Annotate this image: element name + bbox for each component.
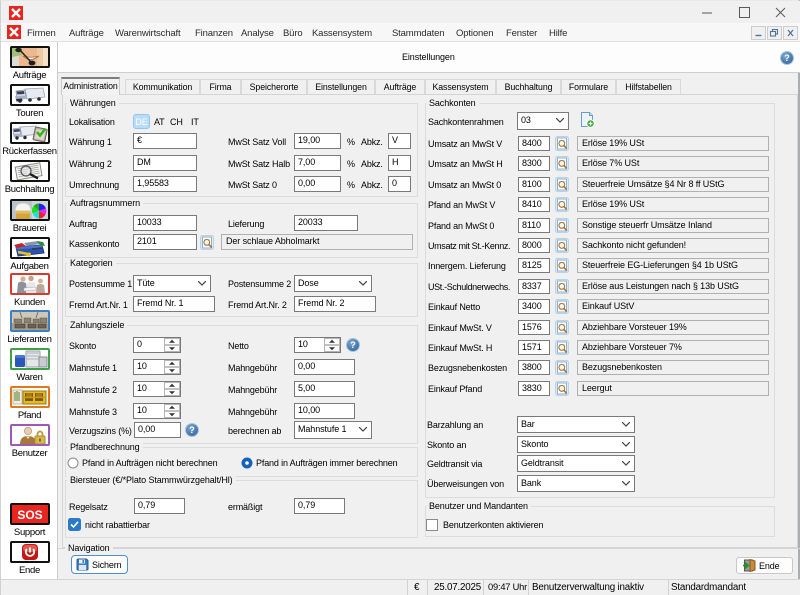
svg-text:SOS: SOS	[17, 508, 42, 522]
